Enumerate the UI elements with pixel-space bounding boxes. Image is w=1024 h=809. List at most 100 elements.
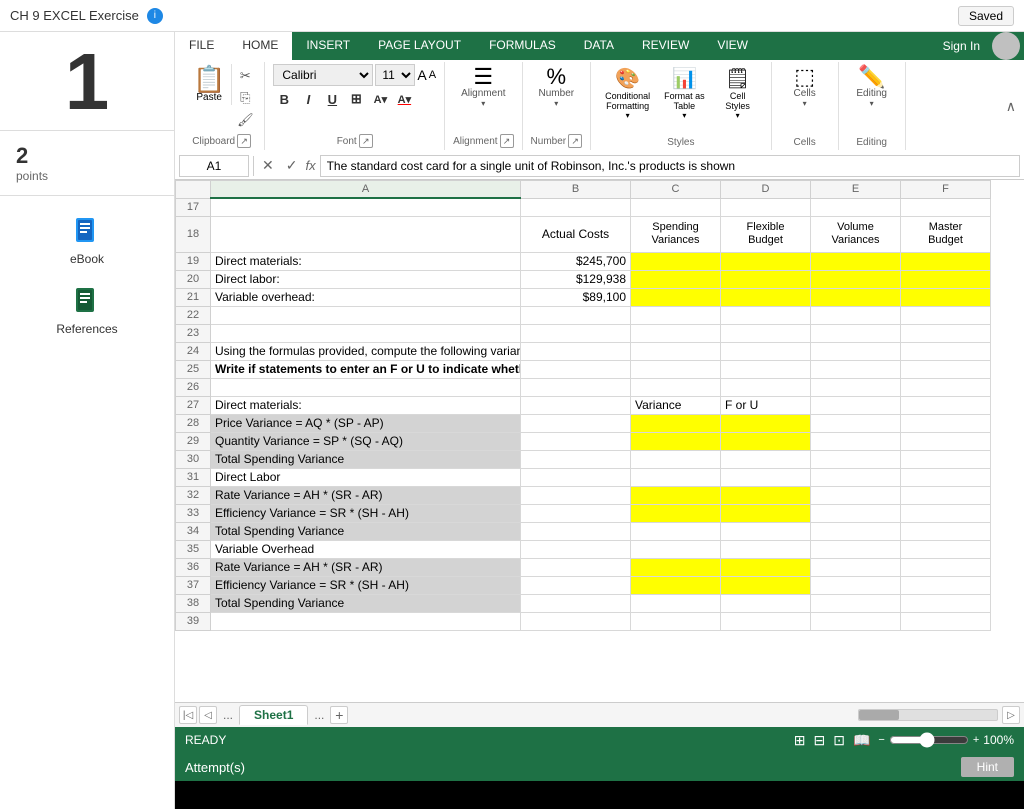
cell-37-f[interactable]	[901, 576, 991, 594]
ribbon-collapse[interactable]: ∧	[1006, 62, 1020, 150]
cell-26-a[interactable]	[211, 378, 521, 396]
cell-23-b[interactable]	[521, 324, 631, 342]
cell-28-b[interactable]	[521, 414, 631, 432]
cell-22-a[interactable]	[211, 306, 521, 324]
cell-29-c[interactable]	[631, 432, 721, 450]
cell-22-d[interactable]	[721, 306, 811, 324]
cell-19-d[interactable]	[721, 252, 811, 270]
cell-23-e[interactable]	[811, 324, 901, 342]
cell-39-c[interactable]	[631, 612, 721, 630]
cell-36-c[interactable]	[631, 558, 721, 576]
cell-26-b[interactable]	[521, 378, 631, 396]
cell-19-f[interactable]	[901, 252, 991, 270]
alignment-button[interactable]: ☰ Alignment ▾	[455, 64, 511, 110]
tab-data[interactable]: DATA	[570, 32, 628, 60]
font-color-button[interactable]: A▾	[393, 88, 415, 110]
page-layout-view-icon[interactable]: ⊟	[814, 732, 826, 749]
cell-36-a[interactable]: Rate Variance = AH * (SR - AR)	[211, 558, 521, 576]
cell-19-c[interactable]	[631, 252, 721, 270]
cells-button[interactable]: ⬚ Cells ▾	[780, 64, 830, 110]
cell-21-d[interactable]	[721, 288, 811, 306]
cell-35-b[interactable]	[521, 540, 631, 558]
col-header-d[interactable]: D	[721, 181, 811, 199]
cell-18-e[interactable]: Volume Variances	[811, 216, 901, 252]
italic-button[interactable]: I	[297, 88, 319, 110]
formula-input[interactable]	[320, 155, 1020, 177]
references-button[interactable]: References	[17, 274, 157, 344]
cell-32-e[interactable]	[811, 486, 901, 504]
cell-27-b[interactable]	[521, 396, 631, 414]
tab-page-layout[interactable]: PAGE LAYOUT	[364, 32, 475, 60]
cell-26-d[interactable]	[721, 378, 811, 396]
cell-31-f[interactable]	[901, 468, 991, 486]
cell-38-b[interactable]	[521, 594, 631, 612]
cell-22-b[interactable]	[521, 306, 631, 324]
cell-25-a[interactable]: Write if statements to enter an F or U t…	[211, 360, 521, 378]
cell-39-b[interactable]	[521, 612, 631, 630]
tab-view[interactable]: VIEW	[703, 32, 762, 60]
cell-34-f[interactable]	[901, 522, 991, 540]
cell-30-e[interactable]	[811, 450, 901, 468]
cell-31-d[interactable]	[721, 468, 811, 486]
cell-28-a[interactable]: Price Variance = AQ * (SP - AP)	[211, 414, 521, 432]
sheet-dots-right[interactable]: ...	[310, 708, 328, 722]
cell-33-c[interactable]	[631, 504, 721, 522]
cell-20-e[interactable]	[811, 270, 901, 288]
cell-22-e[interactable]	[811, 306, 901, 324]
cell-37-e[interactable]	[811, 576, 901, 594]
cell-33-e[interactable]	[811, 504, 901, 522]
clipboard-expand[interactable]: ↗	[237, 134, 251, 148]
cell-18-d[interactable]: Flexible Budget	[721, 216, 811, 252]
cancel-formula-button[interactable]: ✕	[258, 157, 278, 174]
cell-24-f[interactable]	[901, 342, 991, 360]
alignment-expand[interactable]: ↗	[500, 134, 514, 148]
format-painter-button[interactable]: 🖌	[234, 110, 256, 130]
ebook-button[interactable]: eBook	[17, 204, 157, 274]
cell-30-b[interactable]	[521, 450, 631, 468]
sheet-nav-prev[interactable]: ◁	[199, 706, 217, 724]
cell-33-d[interactable]	[721, 504, 811, 522]
cell-33-f[interactable]	[901, 504, 991, 522]
cell-24-b[interactable]	[521, 342, 631, 360]
cell-18-f[interactable]: Master Budget	[901, 216, 991, 252]
spreadsheet-scroll[interactable]: A B C D E F 1718Actual CostsSpending Var…	[175, 180, 1024, 702]
cell-35-d[interactable]	[721, 540, 811, 558]
cell-30-d[interactable]	[721, 450, 811, 468]
col-header-e[interactable]: E	[811, 181, 901, 199]
cell-17-f[interactable]	[901, 198, 991, 216]
cell-35-a[interactable]: Variable Overhead	[211, 540, 521, 558]
cell-33-b[interactable]	[521, 504, 631, 522]
cell-33-a[interactable]: Efficiency Variance = SR * (SH - AH)	[211, 504, 521, 522]
page-break-view-icon[interactable]: ⊡	[833, 732, 845, 749]
cell-38-a[interactable]: Total Spending Variance	[211, 594, 521, 612]
cell-36-d[interactable]	[721, 558, 811, 576]
cell-24-e[interactable]	[811, 342, 901, 360]
cell-26-f[interactable]	[901, 378, 991, 396]
cell-19-e[interactable]	[811, 252, 901, 270]
col-header-f[interactable]: F	[901, 181, 991, 199]
cell-28-e[interactable]	[811, 414, 901, 432]
cell-27-f[interactable]	[901, 396, 991, 414]
cell-38-e[interactable]	[811, 594, 901, 612]
cell-25-b[interactable]	[521, 360, 631, 378]
cell-17-e[interactable]	[811, 198, 901, 216]
cell-22-c[interactable]	[631, 306, 721, 324]
cell-31-c[interactable]	[631, 468, 721, 486]
cell-26-e[interactable]	[811, 378, 901, 396]
cell-37-b[interactable]	[521, 576, 631, 594]
cell-38-f[interactable]	[901, 594, 991, 612]
sheet-tab-sheet1[interactable]: Sheet1	[239, 705, 308, 725]
sheet-dots-left[interactable]: ...	[219, 708, 237, 722]
cell-39-a[interactable]	[211, 612, 521, 630]
cell-18-b[interactable]: Actual Costs	[521, 216, 631, 252]
number-expand[interactable]: ↗	[568, 134, 582, 148]
cell-34-c[interactable]	[631, 522, 721, 540]
number-button[interactable]: % Number ▾	[531, 64, 581, 110]
cell-17-c[interactable]	[631, 198, 721, 216]
cell-21-e[interactable]	[811, 288, 901, 306]
cell-21-b[interactable]: $89,100	[521, 288, 631, 306]
cell-30-f[interactable]	[901, 450, 991, 468]
cell-17-a[interactable]	[211, 198, 521, 216]
cell-25-f[interactable]	[901, 360, 991, 378]
cell-23-a[interactable]	[211, 324, 521, 342]
